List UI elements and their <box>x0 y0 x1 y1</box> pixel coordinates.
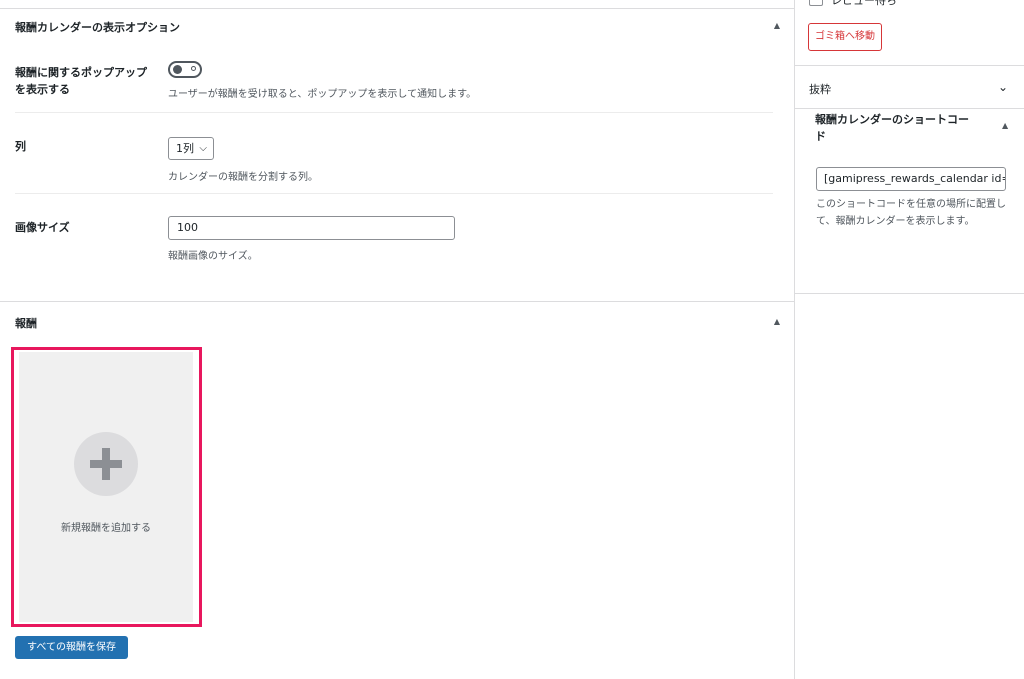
columns-label: 列 <box>15 140 26 153</box>
divider <box>0 8 794 9</box>
image-size-label: 画像サイズ <box>15 221 70 234</box>
collapse-arrow-icon[interactable]: ▲ <box>1002 121 1008 130</box>
popup-toggle[interactable] <box>168 61 202 78</box>
save-all-rewards-button[interactable]: すべての報酬を保存 <box>15 636 128 659</box>
rewards-title: 報酬 <box>15 317 37 330</box>
columns-description: カレンダーの報酬を分割する列。 <box>168 172 318 183</box>
columns-value: 1列 <box>176 142 194 155</box>
toggle-knob <box>173 65 182 74</box>
add-reward-card[interactable]: 新規報酬を追加する <box>19 352 193 622</box>
image-size-description: 報酬画像のサイズ。 <box>168 251 258 262</box>
divider <box>795 293 1024 294</box>
sidebar: レビュー待ち ゴミ箱へ移動 抜粋 ⌄ 報酬カレンダーのショートコード ▲ [ga… <box>794 0 1024 679</box>
collapse-arrow-icon[interactable]: ▲ <box>774 317 780 326</box>
main-column: 報酬カレンダーの表示オプション ▲ 報酬に関するポップアップを表示する ユーザー… <box>0 0 794 679</box>
divider <box>795 108 1024 109</box>
popup-label: 報酬に関するポップアップを表示する <box>15 66 147 96</box>
pending-review-label: レビュー待ち <box>831 0 897 7</box>
chevron-down-icon[interactable]: ⌄ <box>998 80 1008 94</box>
divider <box>795 65 1024 66</box>
popup-description: ユーザーが報酬を受け取ると、ポップアップを表示して通知します。 <box>168 89 477 100</box>
pending-review-checkbox[interactable] <box>809 0 823 6</box>
shortcode-field[interactable]: [gamipress_rewards_calendar id= <box>816 167 1006 191</box>
toggle-off-icon <box>191 66 196 71</box>
plus-icon <box>74 432 138 496</box>
collapse-arrow-icon[interactable]: ▲ <box>774 21 780 30</box>
row-divider <box>15 112 773 113</box>
add-reward-label: 新規報酬を追加する <box>61 523 151 534</box>
columns-select[interactable]: 1列 ⌵ <box>168 137 214 160</box>
image-size-input[interactable]: 100 <box>168 216 455 240</box>
section-divider <box>0 301 794 302</box>
excerpt-title[interactable]: 抜粋 <box>809 81 831 97</box>
chevron-down-icon: ⌵ <box>199 143 207 154</box>
row-divider <box>15 193 773 194</box>
display-options-title: 報酬カレンダーの表示オプション <box>15 21 180 34</box>
shortcode-title: 報酬カレンダーのショートコード <box>815 113 969 143</box>
move-to-trash-button[interactable]: ゴミ箱へ移動 <box>808 23 882 51</box>
shortcode-description: このショートコードを任意の場所に配置して、報酬カレンダーを表示します。 <box>816 199 1006 227</box>
